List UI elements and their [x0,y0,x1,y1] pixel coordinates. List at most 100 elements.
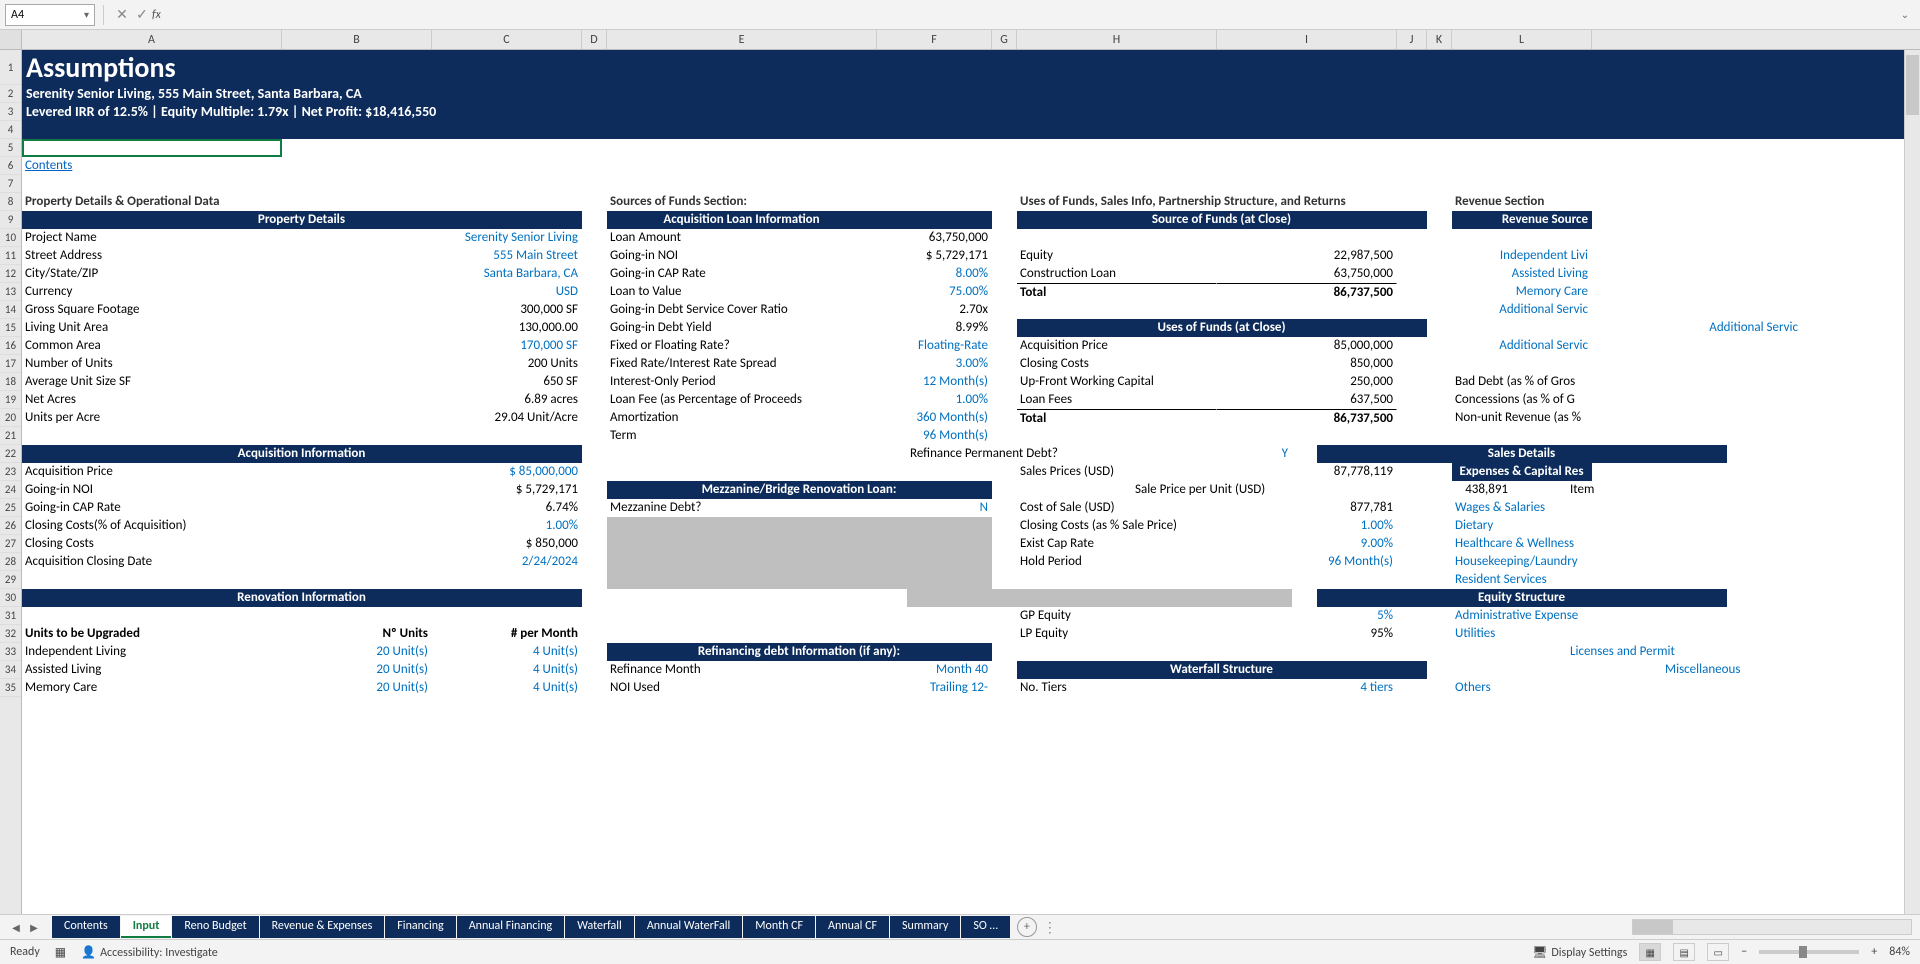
cell[interactable] [1397,175,1427,193]
formula-input[interactable] [167,4,1895,26]
cell[interactable] [1427,571,1452,589]
cell[interactable] [882,445,907,463]
cell[interactable]: 87,778,119 [1217,463,1397,481]
cell[interactable]: 200 Units [432,355,582,373]
col-header[interactable]: K [1427,30,1452,49]
cell[interactable] [1512,481,1542,499]
cell[interactable]: GP Equity [1017,607,1217,625]
accessibility-status[interactable]: 👤Accessibility: Investigate [81,945,218,960]
cell[interactable] [992,337,1017,355]
row-header[interactable]: 2 [0,85,21,103]
cell[interactable] [1397,139,1427,157]
macro-icon[interactable]: ▦ [55,945,66,960]
cell[interactable]: 86,737,500 [1217,283,1397,301]
cell[interactable] [432,571,582,589]
cell[interactable]: 1.00% [432,517,582,535]
cell[interactable] [1637,661,1662,679]
cell[interactable] [1427,517,1452,535]
col-header[interactable]: C [432,30,582,49]
cell[interactable] [582,535,607,553]
cell[interactable] [992,283,1017,301]
sheet-tab[interactable]: Month CF [743,916,815,938]
cell[interactable] [992,625,1017,643]
cell[interactable] [1427,499,1452,517]
cell[interactable] [992,373,1017,391]
cell[interactable] [607,517,877,535]
zoom-level[interactable]: 84% [1889,945,1910,959]
cell[interactable] [992,409,1017,427]
cell[interactable] [607,607,877,625]
cell[interactable] [1427,355,1452,373]
cell[interactable] [22,427,282,445]
cell[interactable]: Assisted Living [1452,265,1592,283]
cell[interactable] [1427,175,1452,193]
cell[interactable] [432,607,582,625]
row-header[interactable]: 3 [0,103,21,121]
cell[interactable] [282,247,432,265]
tab-nav-prev-icon[interactable]: ◀ [8,919,24,935]
cell[interactable]: Refinancing debt Information (if any): [607,643,992,661]
cell[interactable] [607,463,877,481]
cell[interactable]: Construction Loan [1017,265,1217,283]
cell[interactable]: Utilities [1452,625,1592,643]
cell[interactable] [607,139,877,157]
cell[interactable]: Mezzanine Debt? [607,499,877,517]
cell[interactable] [607,121,877,139]
cell[interactable]: Miscellaneous [1662,661,1802,679]
cell[interactable] [1427,265,1452,283]
cell[interactable]: $ 5,729,171 [432,481,582,499]
cell[interactable] [1452,121,1592,139]
cell[interactable] [582,661,607,679]
cell[interactable] [1427,373,1452,391]
col-header[interactable]: G [992,30,1017,49]
row-header[interactable]: 33 [0,643,21,661]
tab-menu-icon[interactable]: ⋮ [1043,919,1057,936]
cell[interactable]: Hold Period [1017,553,1217,571]
zoom-slider[interactable] [1759,950,1859,954]
cell[interactable]: Closing Costs(% of Acquisition) [22,517,282,535]
cell[interactable] [1427,211,1452,229]
view-page-layout-icon[interactable]: ▤ [1673,943,1695,961]
row-header[interactable]: 26 [0,517,21,535]
row-header[interactable]: 18 [0,373,21,391]
row-header[interactable]: 4 [0,121,21,139]
row-header[interactable]: 32 [0,625,21,643]
cell[interactable]: Equity [1017,247,1217,265]
cell[interactable] [582,445,732,463]
cell[interactable] [992,301,1017,319]
cell[interactable]: 6.74% [432,499,582,517]
cell[interactable] [1397,247,1427,265]
cell[interactable] [282,463,432,481]
cell[interactable] [607,535,877,553]
cell[interactable] [1427,409,1452,427]
cell[interactable] [282,139,432,157]
cell[interactable]: Licenses and Permit [1567,643,1707,661]
cell[interactable] [1637,319,1662,337]
row-header[interactable]: 28 [0,553,21,571]
cell[interactable] [1397,499,1427,517]
cell[interactable] [22,139,282,157]
cell[interactable] [1397,265,1427,283]
cell[interactable]: 1.00% [1217,517,1397,535]
cell[interactable] [992,229,1017,247]
cell[interactable] [1017,139,1217,157]
cell[interactable]: Going-in CAP Rate [22,499,282,517]
cell[interactable]: Gross Square Footage [22,301,282,319]
sheet-tab[interactable]: Summary [890,916,960,938]
cell[interactable]: Loan Amount [607,229,877,247]
cell[interactable] [582,337,607,355]
cell[interactable] [992,643,1107,661]
cell[interactable] [582,409,607,427]
cell[interactable] [1727,589,1907,607]
cell[interactable]: Serenity Senior Living [432,229,582,247]
cell[interactable] [1132,643,1332,661]
cell[interactable] [992,481,1107,499]
view-page-break-icon[interactable]: ▭ [1707,943,1729,961]
cell[interactable]: 8.99% [877,319,992,337]
cell[interactable]: Wages & Salaries [1452,499,1592,517]
cell[interactable] [877,175,992,193]
cell[interactable] [877,625,992,643]
cell[interactable]: 170,000 SF [432,337,582,355]
cell[interactable] [1427,679,1452,697]
row-header[interactable]: 27 [0,535,21,553]
